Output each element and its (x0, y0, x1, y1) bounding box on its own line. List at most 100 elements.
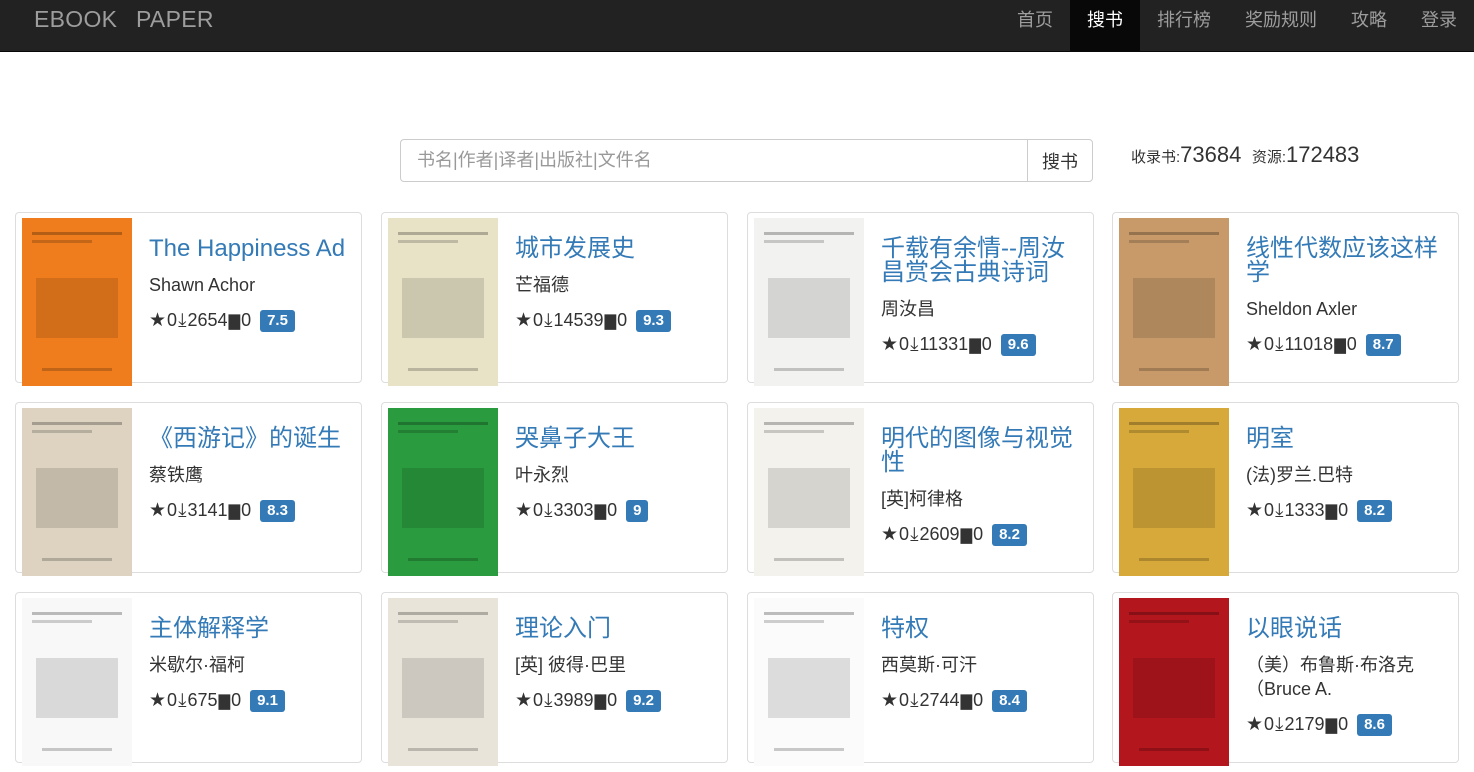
download-icon[interactable]: ⤓ (178, 310, 186, 332)
star-icon[interactable]: ★ (149, 689, 166, 712)
star-icon[interactable]: ★ (515, 309, 532, 332)
book-cover[interactable] (754, 218, 864, 386)
book-title[interactable]: 城市发展史 (515, 237, 715, 261)
book-title[interactable]: 《西游记》的诞生 (149, 427, 349, 451)
book-author[interactable]: Sheldon Axler (1246, 297, 1446, 321)
search-input[interactable] (400, 139, 1027, 182)
book-title[interactable]: 以眼说话 (1246, 617, 1446, 641)
star-icon[interactable]: ★ (149, 499, 166, 522)
comment-icon[interactable]: ▇ (219, 692, 231, 710)
book-author[interactable]: 周汝昌 (881, 297, 1081, 321)
star-icon[interactable]: ★ (881, 689, 898, 712)
book-title[interactable]: The Happiness Ad (149, 237, 349, 261)
comment-icon[interactable]: ▇ (595, 502, 607, 520)
book-title[interactable]: 千载有余情--周汝昌赏会古典诗词 (881, 237, 1081, 285)
download-icon[interactable]: ⤓ (1275, 500, 1283, 522)
nav-guide[interactable]: 攻略 (1334, 0, 1404, 52)
book-author[interactable]: [英] 彼得·巴里 (515, 653, 715, 677)
nav-login[interactable]: 登录 (1404, 0, 1474, 52)
book-author[interactable]: (法)罗兰.巴特 (1246, 463, 1446, 487)
book-cover[interactable] (388, 218, 498, 386)
book-cover[interactable] (1119, 598, 1229, 766)
star-icon[interactable]: ★ (881, 523, 898, 546)
book-meta: ★ 0 ⤓ 675 ▇ 0 9.1 (149, 689, 349, 712)
book-card[interactable]: 主体解释学 米歇尔·福柯 ★ 0 ⤓ 675 ▇ 0 9.1 (15, 592, 362, 766)
star-icon[interactable]: ★ (1246, 333, 1263, 356)
nav-home[interactable]: 首页 (1000, 0, 1070, 52)
book-card[interactable]: 理论入门 [英] 彼得·巴里 ★ 0 ⤓ 3989 ▇ 0 9.2 (381, 592, 728, 766)
comment-icon[interactable]: ▇ (961, 526, 973, 544)
comment-icon[interactable]: ▇ (969, 336, 981, 354)
book-title[interactable]: 线性代数应该这样学 (1246, 237, 1446, 285)
download-icon[interactable]: ⤓ (544, 690, 552, 712)
comment-icon[interactable]: ▇ (229, 312, 241, 330)
download-icon[interactable]: ⤓ (178, 690, 186, 712)
book-title[interactable]: 哭鼻子大王 (515, 427, 715, 451)
comment-icon[interactable]: ▇ (1326, 716, 1338, 734)
star-icon[interactable]: ★ (881, 333, 898, 356)
star-icon[interactable]: ★ (1246, 499, 1263, 522)
book-cover[interactable] (754, 598, 864, 766)
book-card[interactable]: 城市发展史 芒福德 ★ 0 ⤓ 14539 ▇ 0 9.3 (381, 212, 728, 386)
book-author[interactable]: 西莫斯·可汗 (881, 653, 1081, 677)
download-icon[interactable]: ⤓ (178, 500, 186, 522)
comments-count: 0 (231, 690, 242, 710)
book-card[interactable]: 明室 (法)罗兰.巴特 ★ 0 ⤓ 1333 ▇ 0 8.2 (1112, 402, 1459, 576)
download-icon[interactable]: ⤓ (544, 500, 552, 522)
book-author[interactable]: 叶永烈 (515, 463, 715, 487)
comment-icon[interactable]: ▇ (229, 502, 241, 520)
site-stats: 收录书:73684 资源:172483 (1131, 142, 1365, 168)
book-cover[interactable] (1119, 218, 1229, 386)
book-title[interactable]: 理论入门 (515, 617, 715, 641)
book-cover[interactable] (388, 408, 498, 576)
star-icon[interactable]: ★ (149, 309, 166, 332)
book-cover[interactable] (22, 598, 132, 766)
books-count-label: 收录书: (1131, 149, 1181, 166)
book-cover[interactable] (754, 408, 864, 576)
star-icon[interactable]: ★ (1246, 713, 1263, 736)
brand-logo[interactable]: EBOOK PAPER (34, 6, 214, 33)
rating-badge: 9.1 (250, 689, 285, 712)
book-title[interactable]: 明代的图像与视觉性 (881, 427, 1081, 475)
book-title[interactable]: 特权 (881, 617, 1081, 641)
book-author[interactable]: 蔡铁鹰 (149, 463, 349, 487)
book-card[interactable]: 明代的图像与视觉性 [英]柯律格 ★ 0 ⤓ 2609 ▇ 0 8.2 (747, 402, 1094, 576)
book-cover[interactable] (388, 598, 498, 766)
star-icon[interactable]: ★ (515, 499, 532, 522)
comment-icon[interactable]: ▇ (595, 692, 607, 710)
book-cover[interactable] (22, 218, 132, 386)
book-card[interactable]: 《西游记》的诞生 蔡铁鹰 ★ 0 ⤓ 3141 ▇ 0 8.3 (15, 402, 362, 576)
download-icon[interactable]: ⤓ (1275, 334, 1283, 356)
comment-icon[interactable]: ▇ (1334, 336, 1346, 354)
comment-icon[interactable]: ▇ (1326, 502, 1338, 520)
book-card[interactable]: 以眼说话 （美）布鲁斯·布洛克（Bruce A. ★ 0 ⤓ 2179 ▇ 0 8.6 (1112, 592, 1459, 766)
download-icon[interactable]: ⤓ (910, 524, 918, 546)
nav-rewards[interactable]: 奖励规则 (1228, 0, 1334, 52)
comment-icon[interactable]: ▇ (605, 312, 617, 330)
comment-icon[interactable]: ▇ (961, 692, 973, 710)
book-meta: ★ 0 ⤓ 2609 ▇ 0 8.2 (881, 523, 1081, 546)
book-card[interactable]: 特权 西莫斯·可汗 ★ 0 ⤓ 2744 ▇ 0 8.4 (747, 592, 1094, 766)
book-title[interactable]: 明室 (1246, 427, 1446, 451)
book-author[interactable]: 米歇尔·福柯 (149, 653, 349, 677)
book-cover[interactable] (1119, 408, 1229, 576)
download-icon[interactable]: ⤓ (1275, 714, 1283, 736)
book-author[interactable]: （美）布鲁斯·布洛克（Bruce A. (1246, 653, 1446, 701)
download-icon[interactable]: ⤓ (910, 690, 918, 712)
download-icon[interactable]: ⤓ (910, 334, 918, 356)
book-card[interactable]: 线性代数应该这样学 Sheldon Axler ★ 0 ⤓ 11018 ▇ 0 8.7 (1112, 212, 1459, 386)
book-author[interactable]: Shawn Achor (149, 273, 349, 297)
book-cover[interactable] (22, 408, 132, 576)
nav-search[interactable]: 搜书 (1070, 0, 1140, 52)
nav-ranking[interactable]: 排行榜 (1140, 0, 1228, 52)
book-card[interactable]: 千载有余情--周汝昌赏会古典诗词 周汝昌 ★ 0 ⤓ 11331 ▇ 0 9.6 (747, 212, 1094, 386)
book-author[interactable]: 芒福德 (515, 273, 715, 297)
book-author[interactable]: [英]柯律格 (881, 487, 1081, 511)
book-card[interactable]: 哭鼻子大王 叶永烈 ★ 0 ⤓ 3303 ▇ 0 9 (381, 402, 728, 576)
search-button[interactable]: 搜书 (1027, 139, 1093, 182)
download-icon[interactable]: ⤓ (544, 310, 552, 332)
star-icon[interactable]: ★ (515, 689, 532, 712)
book-card[interactable]: The Happiness Ad Shawn Achor ★ 0 ⤓ 2654 ▇ 0 7.5 (15, 212, 362, 386)
book-title[interactable]: 主体解释学 (149, 617, 349, 641)
book-meta: ★ 0 ⤓ 3141 ▇ 0 8.3 (149, 499, 349, 522)
